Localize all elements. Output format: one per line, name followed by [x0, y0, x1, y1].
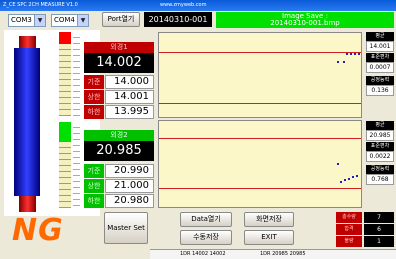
- ch2-stddev-value: 0.0022: [366, 151, 394, 162]
- com-port-2-value: COM4: [54, 16, 75, 24]
- ch2-upper-value: 21.000: [105, 179, 154, 193]
- image-save-filename: 20140310-001.bmp: [270, 19, 340, 27]
- fail-count-label: 불량: [336, 236, 362, 247]
- ch2-lower-value: 20.980: [105, 194, 154, 208]
- ch2-data-point: [344, 179, 346, 181]
- chevron-down-icon: ▼: [77, 15, 88, 26]
- ch2-level-ticks: [73, 122, 80, 208]
- ch1-mean-value: 14.001: [366, 41, 394, 52]
- ch1-trend-chart: [158, 32, 362, 118]
- ch2-value: 20.985: [84, 141, 154, 161]
- ch1-lower-limit-line: [159, 103, 361, 104]
- ch1-value: 14.002: [84, 53, 154, 73]
- status-right: 1DR 20985 20985: [260, 251, 306, 257]
- ch1-stats: 평균 14.001 표준편차 0.0007 공정능력 0.136: [366, 32, 394, 98]
- ch2-mean-value: 20.985: [366, 130, 394, 141]
- port-open-button[interactable]: Port열기: [102, 12, 140, 27]
- ch2-data-point: [337, 163, 339, 165]
- ch1-level-scale: [59, 44, 71, 116]
- ch1-data-point: [350, 53, 352, 55]
- total-count-label: 총수량: [336, 212, 362, 223]
- screen-save-button[interactable]: 화면저장: [244, 212, 294, 227]
- ch1-lower-label: 하한: [84, 105, 104, 119]
- ch2-level-scale: [59, 142, 71, 208]
- manual-save-button[interactable]: 수동저장: [180, 230, 232, 245]
- probe-tip-bottom: [19, 196, 36, 212]
- total-count-value: 7: [364, 212, 394, 223]
- ch1-upper-value: 14.001: [105, 90, 154, 104]
- file-id-display: 20140310-001: [144, 12, 212, 27]
- status-left: 1DR 14002 14002: [180, 251, 226, 257]
- ch1-data-point: [337, 61, 339, 63]
- ch1-ref-value: 14.000: [105, 75, 154, 89]
- title-bar: Z_CE SPC 2CH MEASURE V1.0 www.zmyweb.com: [0, 0, 396, 11]
- ch1-stddev-value: 0.0007: [366, 62, 394, 73]
- ch2-ref-value: 20.990: [105, 164, 154, 178]
- exit-button[interactable]: EXIT: [244, 230, 294, 245]
- com-port-1-value: COM3: [11, 16, 32, 24]
- ch1-lower-value: 13.995: [105, 105, 154, 119]
- ch1-stat-label: 공정능력: [366, 76, 394, 85]
- pass-count-value: 6: [364, 224, 394, 235]
- image-save-banner: Image Save : 20140310-001.bmp: [216, 12, 394, 28]
- ch2-data-point: [352, 176, 354, 178]
- ch2-capability-value: 0.768: [366, 174, 394, 185]
- ch2-upper-limit-line: [159, 138, 361, 139]
- probe-body-lower: [14, 154, 40, 196]
- fail-count-value: 1: [364, 236, 394, 247]
- data-open-button[interactable]: Data열기: [180, 212, 232, 227]
- ch1-data-point: [358, 53, 360, 55]
- ch1-stat-label: 표준편차: [366, 53, 394, 62]
- ch1-ref-label: 기준: [84, 75, 104, 89]
- com-port-2-select[interactable]: COM4 ▼: [51, 14, 89, 27]
- ch1-title: 외경1: [84, 42, 154, 53]
- ch1-data-point: [354, 53, 356, 55]
- ch1-upper-limit-line: [159, 52, 361, 53]
- ch2-ref-label: 기준: [84, 164, 104, 178]
- ch1-stat-label: 평균: [366, 32, 394, 41]
- ch2-trend-chart: [158, 120, 362, 208]
- status-bar: 1DR 14002 14002 1DR 20985 20985: [150, 249, 396, 259]
- ch1-capability-value: 0.136: [366, 85, 394, 96]
- ch2-data-point: [340, 181, 342, 183]
- ch2-stat-label: 평균: [366, 121, 394, 130]
- ch2-data-point: [348, 178, 350, 180]
- ch1-level-high: [59, 32, 71, 44]
- ch2-level-ok: [59, 122, 71, 142]
- master-set-button[interactable]: Master Set: [104, 212, 148, 244]
- ch2-data-point: [356, 175, 358, 177]
- window-subtitle: www.zmyweb.com: [160, 2, 207, 8]
- ch2-title: 외경2: [84, 130, 154, 141]
- ch2-readout: 외경2 20.985 기준 20.990 상한 21.000 하한 20.980: [84, 130, 154, 208]
- ch2-stat-label: 공정능력: [366, 165, 394, 174]
- ch1-upper-label: 상한: [84, 90, 104, 104]
- pass-count-label: 합격: [336, 224, 362, 235]
- probe-body-upper: [14, 48, 40, 154]
- com-port-1-select[interactable]: COM3 ▼: [8, 14, 46, 27]
- ch2-lower-label: 하한: [84, 194, 104, 208]
- ch1-readout: 외경1 14.002 기준 14.000 상한 14.001 하한 13.995: [84, 42, 154, 119]
- ch2-lower-limit-line: [159, 188, 361, 189]
- ch1-data-point: [346, 53, 348, 55]
- ch2-stat-label: 표준편차: [366, 142, 394, 151]
- result-indicator: NG: [12, 213, 64, 248]
- ch2-upper-label: 상한: [84, 179, 104, 193]
- ch2-stats: 평균 20.985 표준편차 0.0022 공정능력 0.768: [366, 121, 394, 187]
- window-title: Z_CE SPC 2CH MEASURE V1.0: [3, 2, 78, 8]
- ch1-level-ticks: [73, 32, 80, 116]
- ch1-data-point: [343, 61, 345, 63]
- chevron-down-icon: ▼: [34, 15, 45, 26]
